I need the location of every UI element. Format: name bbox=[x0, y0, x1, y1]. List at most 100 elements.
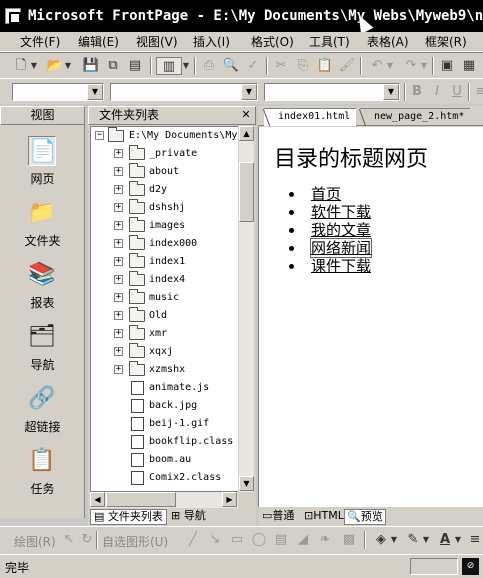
open-folder-icon[interactable]: 📂 bbox=[46, 57, 64, 75]
horizontal-scroll-thumb[interactable] bbox=[106, 492, 176, 507]
scroll-up-icon[interactable]: ▲ bbox=[239, 126, 254, 141]
expand-icon[interactable]: + bbox=[114, 239, 123, 248]
expand-icon[interactable]: + bbox=[114, 167, 123, 176]
tree-folder-item[interactable]: + Old bbox=[91, 307, 241, 325]
tab-html[interactable]: ⊡HTML bbox=[302, 509, 346, 525]
new-dropdown-chevron-icon[interactable]: ▼ bbox=[30, 57, 38, 75]
menu-insert[interactable]: 插入(I) bbox=[193, 34, 230, 50]
expand-icon[interactable]: + bbox=[114, 275, 123, 284]
tree-folder-item[interactable]: + xmr bbox=[91, 325, 241, 343]
rectangle-icon[interactable]: ▭ bbox=[228, 531, 246, 549]
spelling-icon[interactable]: ✓ bbox=[244, 57, 262, 75]
insert-table-icon[interactable]: ▦ bbox=[460, 57, 478, 75]
menu-file[interactable]: 文件(F) bbox=[20, 34, 60, 50]
collapse-icon[interactable]: − bbox=[95, 131, 104, 140]
tree-file-item[interactable]: back.jpg bbox=[91, 397, 241, 415]
italic-button[interactable]: I bbox=[428, 83, 446, 101]
font-color-chevron-down-icon[interactable]: ▼ bbox=[454, 531, 462, 549]
undo-dropdown-chevron-icon[interactable]: ▼ bbox=[386, 57, 394, 75]
line-icon[interactable]: ╱ bbox=[184, 531, 202, 549]
toggle-pane-icon[interactable]: ▥ bbox=[156, 57, 182, 75]
tab-new-page-2[interactable]: new_page_2.htm* bbox=[360, 108, 471, 126]
wordart-icon[interactable]: ◢ bbox=[294, 531, 312, 549]
paste-icon[interactable]: 📋 bbox=[316, 57, 334, 75]
underline-button[interactable]: U bbox=[448, 83, 466, 101]
oval-icon[interactable]: ◯ bbox=[250, 531, 268, 549]
tree-folder-item[interactable]: + index4 bbox=[91, 271, 241, 289]
tree-folder-item[interactable]: + xzmshx bbox=[91, 361, 241, 379]
fill-color-icon[interactable]: ◈ bbox=[372, 531, 390, 549]
link-my-articles[interactable]: 我的文章 bbox=[281, 221, 371, 239]
redo-dropdown-chevron-icon[interactable]: ▼ bbox=[420, 57, 428, 75]
tree-folder-item[interactable]: + dshshj bbox=[91, 199, 241, 217]
view-navigation[interactable]: 🗂 导航 bbox=[0, 318, 85, 380]
view-page[interactable]: 📄 网页 bbox=[0, 132, 85, 194]
expand-icon[interactable]: + bbox=[114, 185, 123, 194]
frontpage-app-icon[interactable] bbox=[5, 8, 21, 24]
tab-navigation[interactable]: ⊞ 导航 bbox=[168, 509, 209, 525]
font-size-select[interactable]: ▼ bbox=[264, 83, 400, 101]
font-chevron-down-icon[interactable]: ▼ bbox=[241, 84, 257, 100]
textbox-icon[interactable]: ▤ bbox=[272, 531, 290, 549]
autoshapes-menu[interactable]: 自选图形(U) bbox=[102, 533, 168, 550]
expand-icon[interactable]: + bbox=[114, 293, 123, 302]
page-heading[interactable]: 目录的标题网页 bbox=[274, 141, 428, 173]
link-courseware-download[interactable]: 课件下载 bbox=[281, 257, 371, 275]
rotate-icon[interactable]: ↻ bbox=[78, 531, 96, 549]
format-painter-icon[interactable]: 🖌 bbox=[338, 57, 356, 75]
title-bar[interactable]: Microsoft FrontPage - E:\My Documents\My… bbox=[0, 0, 483, 32]
size-chevron-down-icon[interactable]: ▼ bbox=[383, 84, 399, 100]
tree-file-item[interactable]: Comix2.class bbox=[91, 469, 241, 487]
tree-file-item[interactable]: animate.js bbox=[91, 379, 241, 397]
vertical-scrollbar[interactable]: ▲ ▼ bbox=[238, 126, 254, 492]
menu-view[interactable]: 视图(V) bbox=[136, 34, 178, 50]
picture-icon[interactable]: ▩ bbox=[340, 531, 358, 549]
line-style-icon[interactable]: ≡ bbox=[466, 531, 483, 549]
tree-folder-item[interactable]: + music bbox=[91, 289, 241, 307]
expand-icon[interactable]: + bbox=[114, 203, 123, 212]
tab-preview[interactable]: 🔍预览 bbox=[344, 509, 386, 525]
menu-format[interactable]: 格式(O) bbox=[251, 34, 294, 50]
tree-folder-item[interactable]: + _private bbox=[91, 145, 241, 163]
scroll-down-icon[interactable]: ▼ bbox=[239, 476, 254, 491]
view-tasks[interactable]: 📋 任务 bbox=[0, 442, 85, 504]
tree-folder-item[interactable]: + about bbox=[91, 163, 241, 181]
view-hyperlinks[interactable]: 🔗 超链接 bbox=[0, 380, 85, 442]
line-color-icon[interactable]: ✎ bbox=[404, 531, 422, 549]
publish-icon[interactable]: ⧉ bbox=[104, 57, 122, 75]
font-select[interactable]: ▼ bbox=[110, 83, 258, 101]
view-reports[interactable]: 📚 报表 bbox=[0, 256, 85, 318]
expand-icon[interactable]: + bbox=[114, 347, 123, 356]
horizontal-scrollbar[interactable]: ◀ ▶ bbox=[90, 492, 238, 508]
expand-icon[interactable]: + bbox=[114, 221, 123, 230]
print-preview-icon[interactable]: ▤ bbox=[126, 57, 144, 75]
fill-chevron-down-icon[interactable]: ▼ bbox=[390, 531, 398, 549]
tab-normal[interactable]: ▭普通 bbox=[260, 509, 296, 525]
cut-icon[interactable]: ✂ bbox=[272, 57, 290, 75]
select-pointer-icon[interactable]: ↖ bbox=[60, 531, 78, 549]
arrow-icon[interactable]: ↘ bbox=[206, 531, 224, 549]
expand-icon[interactable]: + bbox=[114, 329, 123, 338]
menu-table[interactable]: 表格(A) bbox=[367, 34, 409, 50]
scroll-left-icon[interactable]: ◀ bbox=[90, 492, 105, 507]
redo-icon[interactable]: ↷ bbox=[402, 57, 420, 75]
tree-file-item[interactable]: boom.au bbox=[91, 451, 241, 469]
font-color-icon[interactable]: A bbox=[436, 531, 454, 549]
tab-index01[interactable]: index01.html bbox=[264, 108, 357, 126]
tree-folder-item[interactable]: + index1 bbox=[91, 253, 241, 271]
expand-icon[interactable]: + bbox=[114, 365, 123, 374]
pane-dropdown-chevron-icon[interactable]: ▼ bbox=[182, 57, 190, 75]
folder-tree[interactable]: − E:\My Documents\My + _private + about + d2y… bbox=[90, 126, 254, 492]
clip-art-icon[interactable]: ❧ bbox=[316, 531, 334, 549]
preview-in-browser-icon[interactable]: 🔍 bbox=[222, 57, 240, 75]
style-select[interactable]: ▼ bbox=[12, 83, 104, 101]
tree-file-item[interactable]: bookflip.class bbox=[91, 433, 241, 451]
close-icon[interactable]: ✕ bbox=[240, 109, 252, 121]
align-left-icon[interactable]: ≡ bbox=[472, 83, 483, 101]
view-folders[interactable]: 📁 文件夹 bbox=[0, 194, 85, 256]
link-network-news[interactable]: 网络新闻 bbox=[281, 238, 373, 258]
save-icon[interactable]: 💾 bbox=[82, 57, 100, 75]
tree-folder-item[interactable]: + images bbox=[91, 217, 241, 235]
vertical-scroll-thumb[interactable] bbox=[239, 162, 254, 222]
tab-folder-list[interactable]: ▤ 文件夹列表 bbox=[90, 509, 167, 525]
